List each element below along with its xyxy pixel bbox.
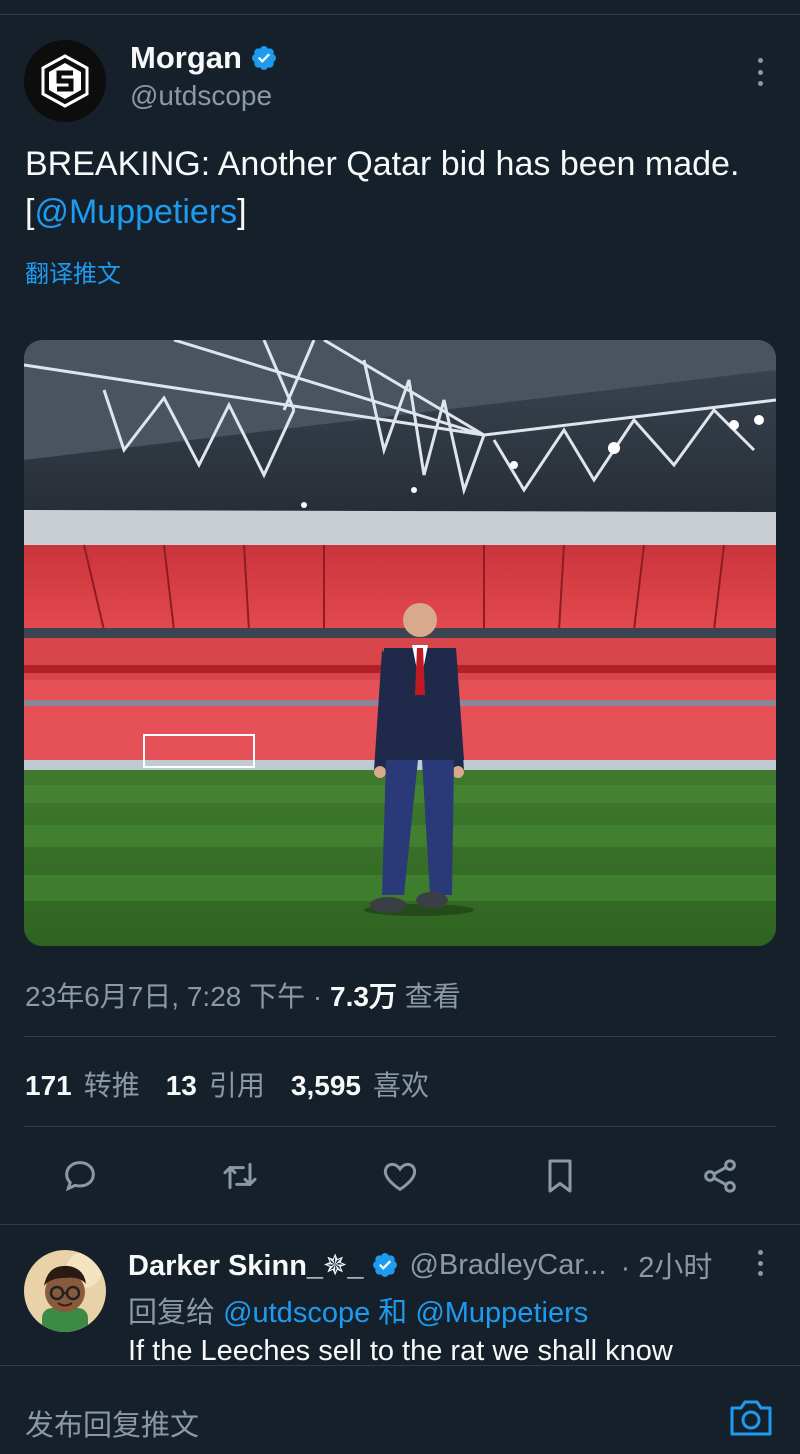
mention-link[interactable]: @Muppetiers bbox=[34, 193, 237, 231]
reply-text: If the Leeches sell to the rat we shall … bbox=[128, 1335, 673, 1367]
tweet-date: 23年6月7日, 7:28 下午 · bbox=[25, 981, 331, 1012]
reply-button[interactable] bbox=[56, 1150, 104, 1202]
tweet-meta: 23年6月7日, 7:28 下午 · 7.3万 查看 bbox=[25, 975, 461, 1015]
bookmark-button[interactable] bbox=[536, 1150, 584, 1202]
likes-label: 喜欢 bbox=[372, 1070, 429, 1101]
verified-badge-icon bbox=[251, 46, 276, 70]
reply-author-name[interactable]: Darker Skinn_✵_ bbox=[128, 1248, 363, 1283]
views-label: 查看 bbox=[396, 981, 461, 1012]
divider bbox=[24, 1126, 776, 1127]
retweets-label: 转推 bbox=[83, 1070, 140, 1101]
stadium-photo bbox=[24, 340, 776, 946]
divider bbox=[0, 1224, 800, 1225]
replying-prefix: 回复给 bbox=[128, 1297, 224, 1329]
share-icon bbox=[704, 1159, 736, 1193]
retweets-stat[interactable]: 171 转推 bbox=[25, 1064, 140, 1104]
verified-badge-icon bbox=[373, 1253, 398, 1277]
replying-mention-2[interactable]: @Muppetiers bbox=[415, 1297, 588, 1329]
tweet-stats: 171 转推 13 引用 3,595 喜欢 bbox=[25, 1064, 429, 1104]
tweet-text-end: ] bbox=[237, 193, 247, 231]
author-name[interactable]: Morgan bbox=[130, 40, 242, 76]
like-icon bbox=[383, 1162, 417, 1192]
compose-bar: 发布回复推文 bbox=[0, 1365, 800, 1454]
tweet-text: BREAKING: Another Qatar bid has been mad… bbox=[25, 140, 765, 236]
reply-header: Darker Skinn_✵_ @BradleyCar... · 2小时 bbox=[128, 1244, 712, 1286]
translate-link[interactable]: 翻译推文 bbox=[25, 254, 121, 289]
reply-time: · 2小时 bbox=[620, 1252, 713, 1284]
more-dot bbox=[757, 81, 763, 86]
quotes-label: 引用 bbox=[208, 1070, 265, 1101]
quotes-count: 13 bbox=[165, 1070, 197, 1101]
camera-button[interactable] bbox=[728, 1398, 774, 1438]
bookmark-icon bbox=[548, 1159, 572, 1193]
likes-count: 3,595 bbox=[290, 1070, 361, 1101]
author-handle[interactable]: @utdscope bbox=[130, 80, 272, 112]
likes-stat[interactable]: 3,595 喜欢 bbox=[291, 1064, 429, 1104]
action-bar bbox=[0, 1150, 800, 1202]
views-count: 7.3万 bbox=[330, 981, 397, 1012]
more-dot bbox=[757, 58, 763, 63]
more-dot bbox=[757, 1271, 763, 1276]
divider bbox=[24, 1036, 776, 1037]
top-divider bbox=[0, 14, 800, 15]
tweet-media-image[interactable] bbox=[24, 340, 776, 946]
replying-mention-1[interactable]: @utdscope bbox=[223, 1297, 370, 1329]
more-dot bbox=[757, 1250, 763, 1255]
more-options-button[interactable] bbox=[748, 54, 772, 90]
like-button[interactable] bbox=[376, 1150, 424, 1202]
retweet-icon bbox=[223, 1162, 257, 1190]
author-name-row[interactable]: Morgan bbox=[130, 40, 278, 76]
author-avatar[interactable] bbox=[24, 40, 106, 122]
camera-icon bbox=[730, 1400, 772, 1436]
reply-compose-input[interactable]: 发布回复推文 bbox=[25, 1402, 199, 1444]
reply-author-handle[interactable]: @BradleyCar... bbox=[409, 1249, 606, 1282]
more-dot bbox=[757, 69, 763, 75]
quotes-stat[interactable]: 13 引用 bbox=[166, 1064, 265, 1104]
more-dot bbox=[757, 1260, 763, 1266]
cartoon-avatar-image bbox=[24, 1250, 106, 1332]
retweet-button[interactable] bbox=[216, 1150, 264, 1202]
retweets-count: 171 bbox=[25, 1070, 72, 1101]
reply-more-button[interactable] bbox=[750, 1248, 770, 1278]
replying-to: 回复给 @utdscope 和 @Muppetiers bbox=[128, 1289, 588, 1331]
replying-and: 和 bbox=[370, 1297, 416, 1329]
reply-avatar[interactable] bbox=[24, 1250, 106, 1332]
share-button[interactable] bbox=[696, 1150, 744, 1202]
reply-icon bbox=[65, 1161, 95, 1192]
utdscope-logo-icon bbox=[41, 54, 89, 108]
